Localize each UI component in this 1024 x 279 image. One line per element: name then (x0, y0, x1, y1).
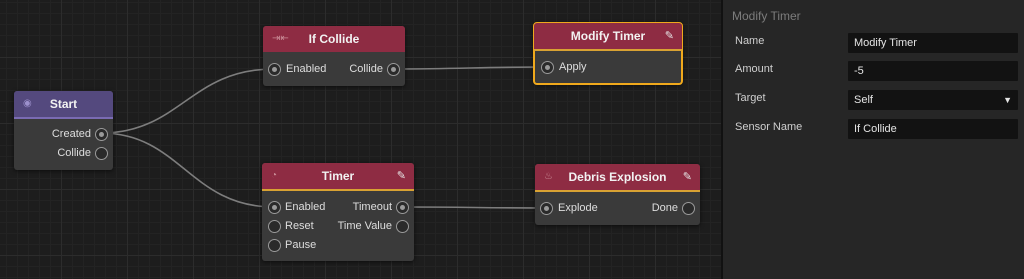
flame-icon: ♨ (544, 171, 553, 182)
debris-explosion-output-done-label: Done (651, 202, 678, 214)
sensor-name-field[interactable]: If Collide (848, 119, 1018, 139)
start-node-header[interactable]: ◉ Start (14, 91, 113, 119)
if-collide-input-enabled-port[interactable] (268, 63, 281, 76)
if-collide-input-enabled-label: Enabled (286, 63, 327, 75)
inspector-title: Modify Timer (732, 9, 801, 23)
debris-explosion-node[interactable]: ♨ Debris Explosion ✎ Explode Done (535, 164, 700, 225)
name-field-label: Name (735, 35, 765, 47)
modify-timer-node[interactable]: Modify Timer ✎ Apply (533, 22, 683, 85)
amount-field-label: Amount (735, 63, 773, 75)
timer-input-pause-label: Pause (285, 239, 317, 251)
if-collide-node[interactable]: ⇥⇤ If Collide Enabled Collide (263, 26, 405, 86)
timer-node-header[interactable]: ◔ Timer ✎ (262, 163, 414, 191)
timer-output-time-value-port[interactable] (396, 220, 409, 233)
timer-input-enabled-port[interactable] (268, 201, 281, 214)
timer-input-pause-port[interactable] (268, 239, 281, 252)
timer-node-title: Timer (321, 169, 355, 183)
node-graph-canvas[interactable]: ◉ Start Created Collide ⇥⇤ If Collide En… (0, 0, 721, 279)
start-output-collide-port[interactable] (95, 147, 108, 160)
start-circle-icon: ◉ (23, 98, 32, 109)
collide-arrows-icon: ⇥⇤ (272, 33, 289, 44)
stopwatch-icon: ◔ (271, 170, 278, 181)
target-field-label: Target (735, 92, 766, 104)
amount-field[interactable]: -5 (848, 61, 1018, 81)
chevron-down-icon[interactable]: ▼ (1003, 90, 1012, 110)
modify-timer-node-title: Modify Timer (570, 29, 646, 43)
timer-input-reset-port[interactable] (268, 220, 281, 233)
timer-node[interactable]: ◔ Timer ✎ Enabled Timeout Reset Time Val… (262, 163, 414, 261)
wire-start-created-to-timer-enabled (100, 132, 275, 208)
wire-timer-timeout-to-debris-explode (401, 206, 547, 209)
debris-explosion-input-explode-port[interactable] (540, 202, 553, 215)
if-collide-output-collide-port[interactable] (387, 63, 400, 76)
pencil-icon[interactable]: ✎ (665, 23, 674, 49)
start-output-created-port[interactable] (95, 128, 108, 141)
debris-explosion-node-header[interactable]: ♨ Debris Explosion ✎ (535, 164, 700, 192)
sensor-name-field-label: Sensor Name (735, 121, 803, 133)
timer-input-enabled-label: Enabled (285, 201, 326, 213)
pencil-icon[interactable]: ✎ (683, 164, 692, 190)
start-node-title: Start (49, 97, 78, 111)
start-output-created-label: Created (51, 128, 91, 140)
target-select-value: Self (854, 94, 873, 106)
debris-explosion-output-done-port[interactable] (682, 202, 695, 215)
timer-output-timeout-label: Timeout (352, 201, 392, 213)
debris-explosion-node-title: Debris Explosion (568, 170, 667, 184)
if-collide-node-title: If Collide (308, 32, 360, 46)
if-collide-output-collide-label: Collide (349, 63, 383, 75)
modify-timer-input-apply-label: Apply (559, 61, 587, 73)
target-select[interactable]: Self ▼ (848, 90, 1018, 110)
name-field[interactable]: Modify Timer (848, 33, 1018, 53)
wire-if-collide-to-modify-timer-apply (393, 66, 548, 70)
timer-output-time-value-label: Time Value (337, 220, 392, 232)
start-node[interactable]: ◉ Start Created Collide (14, 91, 113, 170)
modify-timer-node-header[interactable]: Modify Timer ✎ (534, 23, 682, 51)
pencil-icon[interactable]: ✎ (397, 163, 406, 189)
inspector-panel: Modify Timer Name Modify Timer Amount -5… (721, 0, 1024, 279)
start-output-collide-label: Collide (57, 147, 91, 159)
if-collide-node-header[interactable]: ⇥⇤ If Collide (263, 26, 405, 52)
wire-start-created-to-if-collide-enabled (100, 68, 275, 134)
timer-input-reset-label: Reset (285, 220, 314, 232)
modify-timer-input-apply-port[interactable] (541, 61, 554, 74)
debris-explosion-input-explode-label: Explode (558, 202, 598, 214)
timer-output-timeout-port[interactable] (396, 201, 409, 214)
